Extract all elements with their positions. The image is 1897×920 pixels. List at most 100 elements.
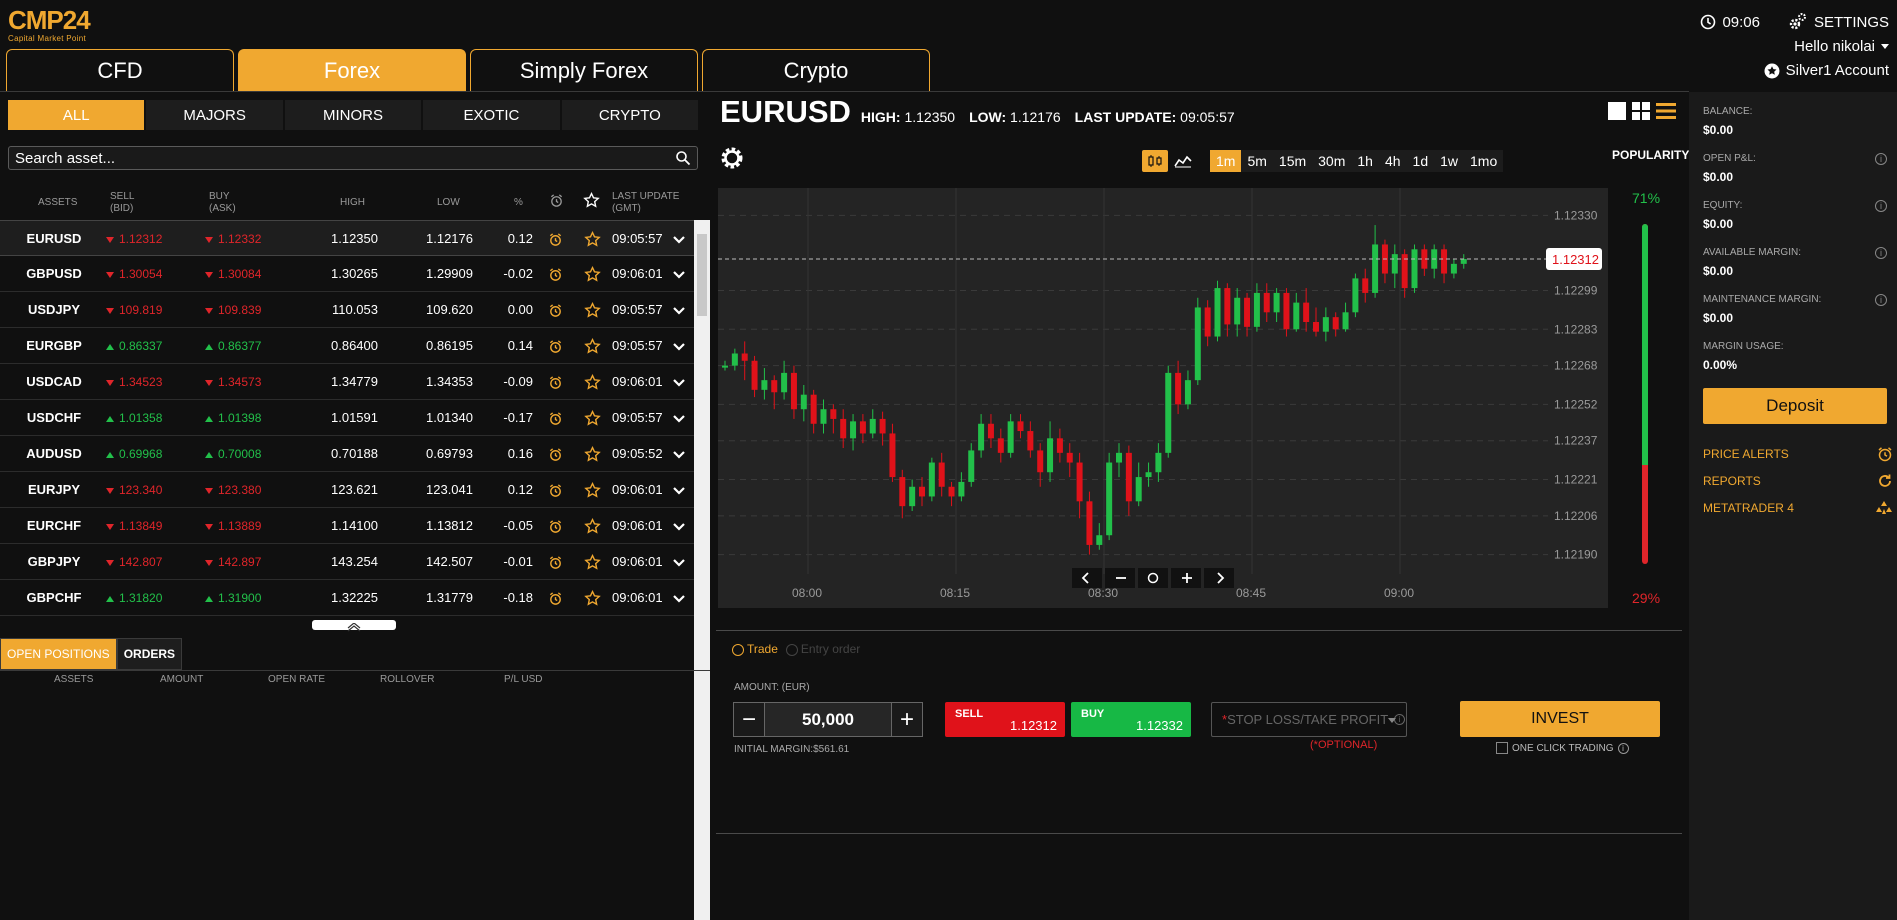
- reports-link[interactable]: REPORTS: [1703, 473, 1893, 489]
- buy-value[interactable]: 142.897: [218, 555, 261, 569]
- table-row[interactable]: USDJPY 109.819 109.839 110.053 109.620 0.00 09…: [0, 292, 694, 328]
- line-chart-icon[interactable]: [1170, 150, 1196, 172]
- table-row[interactable]: GBPJPY 142.807 142.897 143.254 142.507 -0.01 0…: [0, 544, 694, 580]
- sell-price[interactable]: 1.12312: [106, 221, 162, 257]
- stop-loss-take-profit-select[interactable]: * STOP LOSS/TAKE PROFIT i: [1211, 702, 1407, 737]
- collapse-chevrons-icon[interactable]: [312, 622, 396, 633]
- list-layout-icon[interactable]: [1656, 102, 1676, 120]
- price-alert-icon[interactable]: [548, 580, 563, 616]
- asset-name[interactable]: USDCAD: [0, 364, 108, 400]
- table-row[interactable]: USDCAD 1.34523 1.34573 1.34779 1.34353 -0.09 0…: [0, 364, 694, 400]
- asset-name[interactable]: USDJPY: [0, 292, 108, 328]
- buy-price[interactable]: 0.70008: [205, 436, 261, 472]
- price-alerts-link[interactable]: PRICE ALERTS: [1703, 446, 1893, 462]
- sell-value[interactable]: 109.819: [119, 303, 162, 317]
- sell-price[interactable]: 123.340: [106, 472, 162, 508]
- subtab-all[interactable]: ALL: [8, 100, 145, 130]
- settings-link[interactable]: SETTINGS: [1814, 14, 1889, 31]
- pan-left-icon[interactable]: [1072, 568, 1102, 588]
- favorite-star-icon[interactable]: [584, 472, 601, 508]
- sl-tp-label[interactable]: STOP LOSS/TAKE PROFIT: [1227, 712, 1388, 727]
- expand-chevron-icon[interactable]: [672, 580, 686, 616]
- tab-open-positions[interactable]: OPEN POSITIONS: [0, 638, 117, 670]
- sell-price[interactable]: 0.86337: [106, 328, 162, 364]
- decrease-amount-button[interactable]: −: [734, 703, 764, 736]
- reset-view-icon[interactable]: [1138, 568, 1168, 588]
- buy-price[interactable]: 109.839: [205, 292, 261, 328]
- search-icon[interactable]: [675, 150, 691, 166]
- expand-chevron-icon[interactable]: [672, 256, 686, 292]
- buy-price[interactable]: 0.86377: [205, 328, 261, 364]
- col-favorite-star-icon[interactable]: [583, 192, 600, 209]
- mode-entry-label[interactable]: Entry order: [801, 642, 860, 656]
- table-row[interactable]: USDCHF 1.01358 1.01398 1.01591 1.01340 -0.17 0…: [0, 400, 694, 436]
- sell-value[interactable]: 0.86337: [119, 339, 162, 353]
- invest-button[interactable]: INVEST: [1460, 701, 1660, 737]
- zoom-out-icon[interactable]: [1105, 568, 1135, 588]
- buy-label[interactable]: BUY: [1081, 708, 1104, 720]
- info-icon[interactable]: i: [1875, 153, 1887, 165]
- buy-value[interactable]: 1.30084: [218, 267, 261, 281]
- favorite-star-icon[interactable]: [584, 400, 601, 436]
- chart-settings-gear-icon[interactable]: [718, 144, 746, 172]
- buy-value[interactable]: 1.31900: [218, 591, 261, 605]
- table-row[interactable]: GBPUSD 1.30054 1.30084 1.30265 1.29909 -0.02 0…: [0, 256, 694, 292]
- single-layout-icon[interactable]: [1608, 102, 1626, 120]
- positions-scrollbar[interactable]: [694, 700, 710, 920]
- caret-down-icon[interactable]: [1881, 44, 1889, 49]
- buy-price[interactable]: 1.01398: [205, 400, 261, 436]
- tab-crypto[interactable]: Crypto: [702, 49, 930, 92]
- tab-simply-forex[interactable]: Simply Forex: [470, 49, 698, 92]
- price-alert-icon[interactable]: [548, 508, 563, 544]
- panel-resize-handle[interactable]: [312, 620, 396, 633]
- sell-price[interactable]: 1.31820: [106, 580, 162, 616]
- price-alert-icon[interactable]: [548, 292, 563, 328]
- price-alert-icon[interactable]: [548, 256, 563, 292]
- sell-value[interactable]: 142.807: [119, 555, 162, 569]
- timeframe-1w[interactable]: 1w: [1434, 150, 1464, 172]
- price-alert-icon[interactable]: [548, 364, 563, 400]
- info-icon[interactable]: i: [1875, 200, 1887, 212]
- alarm-icon[interactable]: [1877, 446, 1893, 462]
- favorite-star-icon[interactable]: [584, 436, 601, 472]
- table-row[interactable]: EURUSD 1.12312 1.12332 1.12350 1.12176 0.12 09…: [0, 220, 694, 256]
- pan-right-icon[interactable]: [1204, 568, 1234, 588]
- expand-chevron-icon[interactable]: [672, 472, 686, 508]
- sell-price[interactable]: 1.12312: [1010, 718, 1057, 733]
- info-icon[interactable]: i: [1875, 294, 1887, 306]
- expand-chevron-icon[interactable]: [672, 436, 686, 472]
- sell-price[interactable]: 1.30054: [106, 256, 162, 292]
- account-badge[interactable]: Silver1 Account: [1764, 62, 1889, 79]
- metatrader-link[interactable]: METATRADER 4: [1703, 500, 1893, 516]
- reports-label[interactable]: REPORTS: [1703, 474, 1761, 488]
- favorite-star-icon[interactable]: [584, 328, 601, 364]
- metatrader-icon[interactable]: [1875, 500, 1893, 516]
- buy-price[interactable]: 1.12332: [1136, 718, 1183, 733]
- timeframe-30m[interactable]: 30m: [1312, 150, 1351, 172]
- sell-price[interactable]: 109.819: [106, 292, 162, 328]
- table-row[interactable]: EURCHF 1.13849 1.13889 1.14100 1.13812 -0.05 0…: [0, 508, 694, 544]
- asset-name[interactable]: EURJPY: [0, 472, 108, 508]
- timeframe-15m[interactable]: 15m: [1273, 150, 1312, 172]
- asset-name[interactable]: AUDUSD: [0, 436, 108, 472]
- expand-chevron-icon[interactable]: [672, 508, 686, 544]
- sell-value[interactable]: 1.30054: [119, 267, 162, 281]
- sell-value[interactable]: 123.340: [119, 483, 162, 497]
- price-alert-icon[interactable]: [548, 328, 563, 364]
- buy-value[interactable]: 0.70008: [218, 447, 261, 461]
- metatrader-label[interactable]: METATRADER 4: [1703, 501, 1794, 515]
- price-alert-icon[interactable]: [548, 436, 563, 472]
- mode-entry-order[interactable]: Entry order: [785, 642, 860, 656]
- buy-value[interactable]: 0.86377: [218, 339, 261, 353]
- expand-chevron-icon[interactable]: [672, 544, 686, 580]
- favorite-star-icon[interactable]: [584, 580, 601, 616]
- buy-price[interactable]: 123.380: [205, 472, 261, 508]
- greeting[interactable]: Hello nikolai: [1794, 38, 1875, 55]
- subtab-minors[interactable]: MINORS: [284, 100, 422, 130]
- timeframe-1h[interactable]: 1h: [1351, 150, 1379, 172]
- price-alert-icon[interactable]: [548, 400, 563, 436]
- expand-chevron-icon[interactable]: [672, 328, 686, 364]
- candlestick-chart-icon[interactable]: [1142, 150, 1168, 172]
- buy-value[interactable]: 123.380: [218, 483, 261, 497]
- table-row[interactable]: GBPCHF 1.31820 1.31900 1.32225 1.31779 -0.18 0…: [0, 580, 694, 616]
